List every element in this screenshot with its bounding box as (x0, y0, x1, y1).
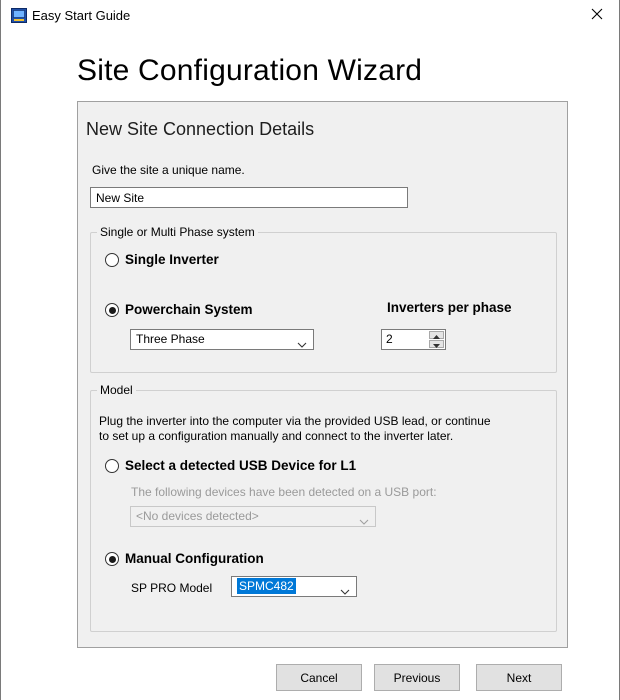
title-bar: Easy Start Guide (1, 0, 619, 30)
spin-down-button[interactable] (429, 340, 444, 348)
name-prompt: Give the site a unique name. (92, 163, 245, 177)
powerchain-radio[interactable] (105, 303, 119, 317)
monitor-icon (11, 8, 27, 23)
usb-device-radio[interactable] (105, 459, 119, 473)
single-inverter-radio[interactable] (105, 253, 119, 267)
usb-device-label[interactable]: Select a detected USB Device for L1 (125, 458, 356, 473)
phase-select-value: Three Phase (136, 332, 205, 346)
powerchain-label[interactable]: Powerchain System (125, 302, 253, 317)
connection-panel: New Site Connection Details Give the sit… (77, 101, 568, 648)
manual-config-label[interactable]: Manual Configuration (125, 551, 264, 566)
chevron-down-icon (297, 336, 307, 348)
usb-hint: The following devices have been detected… (131, 485, 437, 499)
model-group-legend: Model (97, 383, 136, 397)
inverters-per-phase-spinner[interactable]: 2 (381, 329, 446, 350)
model-groupbox: Model Plug the inverter into the compute… (90, 383, 557, 632)
model-description-line1: Plug the inverter into the computer via … (99, 414, 491, 428)
wizard-heading: Site Configuration Wizard (77, 54, 423, 87)
model-select[interactable]: SPMC482 (231, 576, 357, 597)
next-button[interactable]: Next (476, 664, 562, 691)
usb-device-select[interactable]: <No devices detected> (130, 506, 376, 527)
close-icon (591, 8, 603, 23)
chevron-down-icon (359, 513, 369, 525)
inverters-per-phase-label: Inverters per phase (387, 300, 512, 315)
wizard-window: Easy Start Guide Site Configuration Wiza… (0, 0, 620, 700)
phase-groupbox: Single or Multi Phase system Single Inve… (90, 225, 557, 373)
model-select-value: SPMC482 (237, 578, 296, 594)
inverters-per-phase-value: 2 (386, 332, 393, 346)
model-label: SP PRO Model (131, 581, 213, 595)
chevron-down-icon (340, 583, 350, 595)
single-inverter-label[interactable]: Single Inverter (125, 252, 219, 267)
phase-select[interactable]: Three Phase (130, 329, 314, 350)
model-description-line2: to set up a configuration manually and c… (99, 429, 454, 443)
cancel-button[interactable]: Cancel (276, 664, 362, 691)
phase-group-legend: Single or Multi Phase system (97, 225, 258, 239)
window-title: Easy Start Guide (32, 8, 131, 23)
triangle-down-icon (433, 335, 440, 354)
site-name-input[interactable]: New Site (90, 187, 408, 208)
previous-button[interactable]: Previous (374, 664, 460, 691)
manual-config-radio[interactable] (105, 552, 119, 566)
close-button[interactable] (575, 0, 619, 30)
usb-device-select-value: <No devices detected> (136, 509, 259, 523)
section-title: New Site Connection Details (86, 119, 315, 139)
